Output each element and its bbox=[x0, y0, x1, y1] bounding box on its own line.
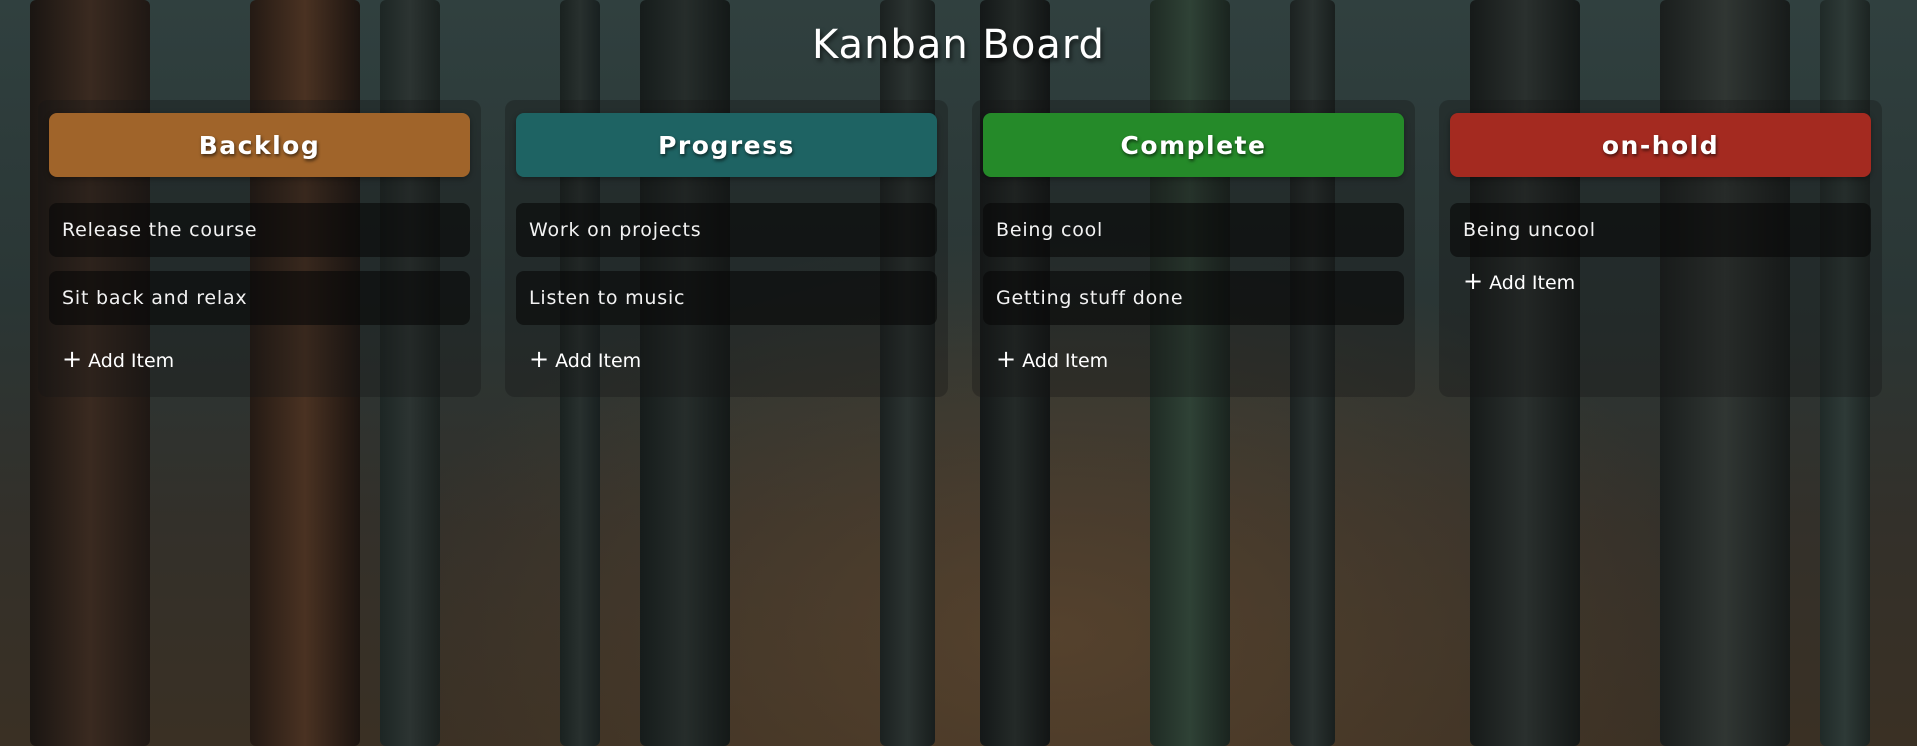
add-item-label: Add Item bbox=[555, 350, 642, 372]
card[interactable]: Being uncool bbox=[1450, 203, 1871, 257]
add-item-button[interactable]: + Add Item bbox=[1450, 267, 1871, 295]
column-header-progress: Progress bbox=[516, 113, 937, 177]
add-item-label: Add Item bbox=[1022, 350, 1109, 372]
column-header-backlog: Backlog bbox=[49, 113, 470, 177]
column-items: Release the course Sit back and relax bbox=[49, 203, 470, 325]
plus-icon: + bbox=[1463, 267, 1484, 295]
add-item-label: Add Item bbox=[88, 350, 175, 372]
column-on-hold: on-hold Being uncool + Add Item bbox=[1439, 100, 1882, 397]
column-header-on-hold: on-hold bbox=[1450, 113, 1871, 177]
add-item-button[interactable]: + Add Item bbox=[516, 345, 937, 373]
add-item-button[interactable]: + Add Item bbox=[983, 345, 1404, 373]
column-items: Work on projects Listen to music bbox=[516, 203, 937, 325]
card[interactable]: Sit back and relax bbox=[49, 271, 470, 325]
plus-icon: + bbox=[996, 345, 1017, 373]
add-item-label: Add Item bbox=[1489, 272, 1576, 294]
column-backlog: Backlog Release the course Sit back and … bbox=[38, 100, 481, 397]
column-items: Being uncool bbox=[1450, 203, 1871, 257]
plus-icon: + bbox=[62, 345, 83, 373]
column-complete: Complete Being cool Getting stuff done +… bbox=[972, 100, 1415, 397]
card[interactable]: Being cool bbox=[983, 203, 1404, 257]
card[interactable]: Work on projects bbox=[516, 203, 937, 257]
card[interactable]: Getting stuff done bbox=[983, 271, 1404, 325]
column-items: Being cool Getting stuff done bbox=[983, 203, 1404, 325]
card[interactable]: Release the course bbox=[49, 203, 470, 257]
kanban-board: Backlog Release the course Sit back and … bbox=[38, 100, 1882, 397]
card[interactable]: Listen to music bbox=[516, 271, 937, 325]
add-item-button[interactable]: + Add Item bbox=[49, 345, 470, 373]
column-header-complete: Complete bbox=[983, 113, 1404, 177]
page-title: Kanban Board bbox=[812, 22, 1105, 68]
column-progress: Progress Work on projects Listen to musi… bbox=[505, 100, 948, 397]
plus-icon: + bbox=[529, 345, 550, 373]
